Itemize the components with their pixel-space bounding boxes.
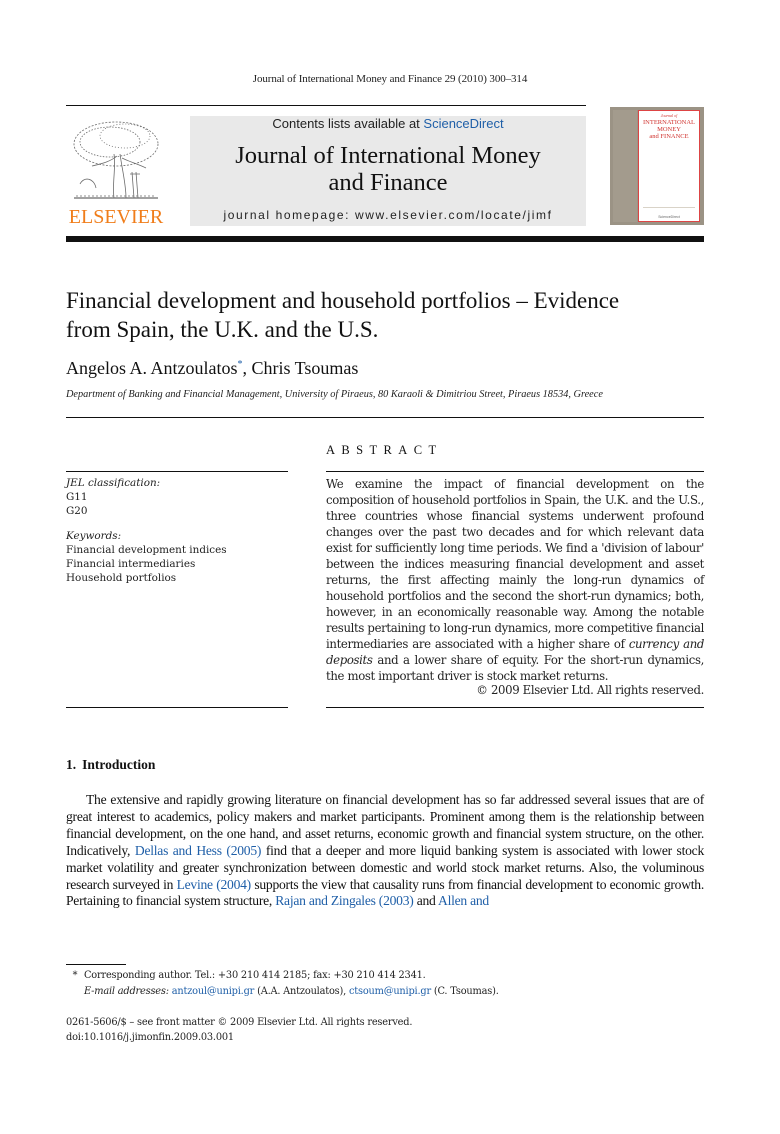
email-label: E-mail addresses: bbox=[84, 986, 169, 997]
jel-classification-label: JEL classification: bbox=[66, 477, 161, 489]
cover-divider bbox=[643, 207, 695, 208]
abstract-text: We examine the impact of financial devel… bbox=[326, 476, 704, 684]
cover-title: INTERNATIONAL MONEY and FINANCE bbox=[639, 119, 699, 140]
corresponding-author-footnote: * Corresponding author. Tel.: +30 210 414… bbox=[66, 968, 706, 984]
section-title: Introduction bbox=[82, 757, 156, 772]
doi-link[interactable]: doi:10.1016/j.jimonfin.2009.03.001 bbox=[66, 1031, 706, 1046]
masthead-thick-rule bbox=[66, 236, 704, 242]
footnote-text: Corresponding author. Tel.: +30 210 414 … bbox=[84, 970, 426, 981]
keywords-label: Keywords: bbox=[66, 529, 122, 542]
cover-spine bbox=[613, 110, 637, 222]
email-link[interactable]: ctsoum@unipi.gr bbox=[349, 986, 431, 997]
author-name[interactable]: Angelos A. Antzoulatos bbox=[66, 358, 238, 378]
abstract-heading: ABSTRACT bbox=[326, 443, 443, 457]
journal-title: Journal of International Money and Finan… bbox=[190, 142, 586, 196]
article-title-line2: from Spain, the U.K. and the U.S. bbox=[66, 317, 379, 342]
cover-title-line3: and FINANCE bbox=[649, 133, 689, 140]
section-number: 1. bbox=[66, 757, 77, 772]
footnote-mark: * bbox=[72, 970, 78, 981]
cover-panel: Journal of INTERNATIONAL MONEY and FINAN… bbox=[638, 110, 700, 222]
author-affiliation: Department of Banking and Financial Mana… bbox=[66, 389, 603, 400]
contents-prefix: Contents lists available at bbox=[272, 116, 424, 131]
contents-line: Contents lists available at ScienceDirec… bbox=[190, 116, 586, 131]
article-title: Financial development and household port… bbox=[66, 286, 716, 344]
abstract-text-part: We examine the impact of financial devel… bbox=[326, 477, 704, 651]
abstract-text-part: and a lower share of equity. For the sho… bbox=[326, 653, 704, 683]
introduction-paragraph: The extensive and rapidly growing litera… bbox=[66, 792, 704, 910]
author-list: Angelos A. Antzoulatos*, Chris Tsoumas bbox=[66, 358, 358, 379]
email-owner: (C. Tsoumas). bbox=[430, 986, 499, 997]
sciencedirect-link[interactable]: ScienceDirect bbox=[423, 116, 503, 131]
cover-publisher: ScienceDirect bbox=[658, 215, 680, 219]
elsevier-wordmark: ELSEVIER bbox=[68, 206, 164, 228]
journal-title-line2: and Finance bbox=[328, 169, 448, 196]
article-info: JEL classification: G11 G20 Keywords: Fi… bbox=[66, 476, 288, 585]
cover-title-line2: MONEY bbox=[657, 126, 681, 133]
keyword: Household portfolios bbox=[66, 572, 177, 585]
abstract-bottom-rule bbox=[326, 707, 704, 708]
jel-code: G20 bbox=[66, 505, 88, 518]
article-info-bottom-rule bbox=[66, 707, 288, 708]
journal-cover-thumbnail[interactable]: Journal of INTERNATIONAL MONEY and FINAN… bbox=[610, 107, 704, 225]
abstract-top-rule bbox=[326, 471, 704, 472]
email-owner: (A.A. Antzoulatos), bbox=[254, 986, 349, 997]
abstract-copyright: © 2009 Elsevier Ltd. All rights reserved… bbox=[476, 683, 704, 697]
section-rule bbox=[66, 417, 704, 418]
elsevier-tree-icon bbox=[73, 121, 159, 199]
email-link[interactable]: antzoul@unipi.gr bbox=[172, 986, 255, 997]
running-head: Journal of International Money and Finan… bbox=[252, 73, 528, 85]
footnotes: * Corresponding author. Tel.: +30 210 414… bbox=[66, 968, 706, 1000]
email-footnote: E-mail addresses: antzoul@unipi.gr (A.A.… bbox=[66, 984, 706, 1000]
citation-link[interactable]: Rajan and Zingales (2003) bbox=[275, 893, 414, 908]
elsevier-logo[interactable]: ELSEVIER bbox=[66, 114, 166, 228]
citation-link[interactable]: Levine (2004) bbox=[177, 877, 252, 892]
header-rule bbox=[66, 105, 586, 106]
journal-homepage-link[interactable]: journal homepage: www.elsevier.com/locat… bbox=[190, 208, 586, 222]
citation-link[interactable]: Dellas and Hess (2005) bbox=[135, 843, 262, 858]
journal-masthead: Contents lists available at ScienceDirec… bbox=[190, 116, 586, 226]
cover-small-label: Journal of bbox=[660, 113, 678, 118]
jel-code: G11 bbox=[66, 491, 88, 504]
section-heading-introduction: 1. Introduction bbox=[66, 757, 155, 773]
author-name[interactable]: Chris Tsoumas bbox=[252, 358, 359, 378]
article-title-line1: Financial development and household port… bbox=[66, 288, 620, 313]
article-info-top-rule bbox=[66, 471, 288, 472]
author-separator: , bbox=[242, 358, 252, 378]
issn-line: 0261-5606/$ – see front matter © 2009 El… bbox=[66, 1017, 413, 1028]
body-text: and bbox=[413, 893, 438, 909]
keyword: Financial development indices bbox=[66, 543, 227, 556]
cover-title-line1: INTERNATIONAL bbox=[643, 119, 695, 126]
front-matter: 0261-5606/$ – see front matter © 2009 El… bbox=[66, 1016, 706, 1045]
footnote-rule bbox=[66, 964, 126, 965]
citation-link[interactable]: Allen and bbox=[438, 893, 489, 908]
journal-title-line1: Journal of International Money bbox=[235, 142, 541, 169]
keyword: Financial intermediaries bbox=[66, 558, 196, 571]
